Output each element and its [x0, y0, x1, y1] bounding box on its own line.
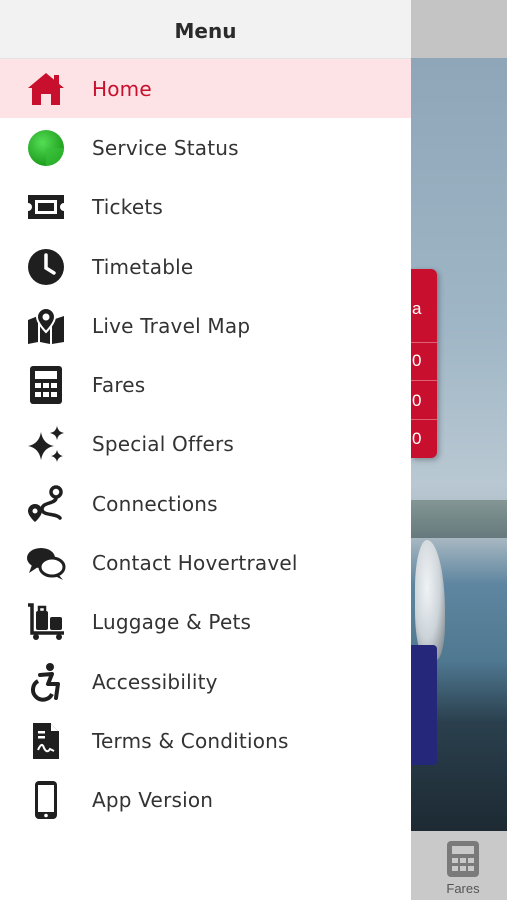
menu-label: Fares — [92, 373, 146, 398]
navy-card[interactable] — [411, 645, 437, 765]
menu-item-fares[interactable]: Fares — [0, 355, 411, 414]
menu-label: Live Travel Map — [92, 313, 251, 338]
menu-item-luggage-pets[interactable]: Luggage & Pets — [0, 593, 411, 652]
home-icon — [26, 69, 66, 109]
sparkles-icon — [26, 424, 66, 464]
menu-item-home[interactable]: Home — [0, 59, 411, 119]
menu-label: Home — [92, 76, 152, 101]
menu-item-app-version[interactable]: App Version — [0, 771, 411, 830]
menu-item-live-travel-map[interactable]: Live Travel Map — [0, 296, 411, 355]
tab-fares-label: Fares — [446, 881, 480, 896]
menu-label: Timetable — [92, 254, 194, 279]
menu-label: Luggage & Pets — [92, 610, 252, 635]
red-card-glyph: 0 — [412, 429, 422, 448]
red-card-glyph: a — [412, 299, 422, 318]
wheelchair-icon — [26, 662, 66, 702]
menu-label: Accessibility — [92, 669, 218, 694]
menu-item-service-status[interactable]: Service Status — [0, 118, 411, 177]
menu-item-accessibility[interactable]: Accessibility — [0, 652, 411, 711]
chat-bubbles-icon — [26, 543, 66, 583]
navigation-drawer: Menu Home Service Status Tickets Timetab… — [0, 0, 411, 900]
calculator-icon — [26, 365, 66, 405]
shoreline — [411, 500, 507, 538]
menu-label: Terms & Conditions — [92, 728, 289, 753]
drawer-menu: Home Service Status Tickets Timetable Li… — [0, 59, 411, 830]
menu-label: App Version — [92, 788, 214, 813]
map-pin-icon — [26, 306, 66, 346]
red-card-glyph: 0 — [412, 391, 422, 410]
menu-item-tickets[interactable]: Tickets — [0, 178, 411, 237]
drawer-title: Menu — [174, 19, 237, 43]
document-icon — [26, 721, 66, 761]
menu-label: Tickets — [92, 195, 163, 220]
status-indicator-icon — [26, 128, 66, 168]
phone-icon — [26, 780, 66, 820]
menu-label: Special Offers — [92, 432, 234, 457]
menu-item-contact-hovertravel[interactable]: Contact Hovertravel — [0, 533, 411, 592]
clock-icon — [26, 247, 66, 287]
background-header — [411, 0, 507, 58]
menu-item-special-offers[interactable]: Special Offers — [0, 415, 411, 474]
luggage-trolley-icon — [26, 602, 66, 642]
menu-label: Contact Hovertravel — [92, 551, 298, 576]
menu-item-timetable[interactable]: Timetable — [0, 237, 411, 296]
route-icon — [26, 484, 66, 524]
menu-item-connections[interactable]: Connections — [0, 474, 411, 533]
background-app: a 0 0 0 Fares — [411, 0, 507, 900]
menu-label: Service Status — [92, 135, 239, 160]
tab-fares[interactable]: Fares — [411, 831, 507, 900]
menu-label: Connections — [92, 491, 218, 516]
menu-item-terms-conditions[interactable]: Terms & Conditions — [0, 711, 411, 770]
drawer-header: Menu — [0, 0, 411, 59]
ticket-icon — [26, 187, 66, 227]
red-card-glyph: 0 — [412, 351, 422, 370]
red-info-card[interactable]: a 0 0 0 — [411, 269, 437, 458]
calculator-icon — [447, 841, 479, 877]
